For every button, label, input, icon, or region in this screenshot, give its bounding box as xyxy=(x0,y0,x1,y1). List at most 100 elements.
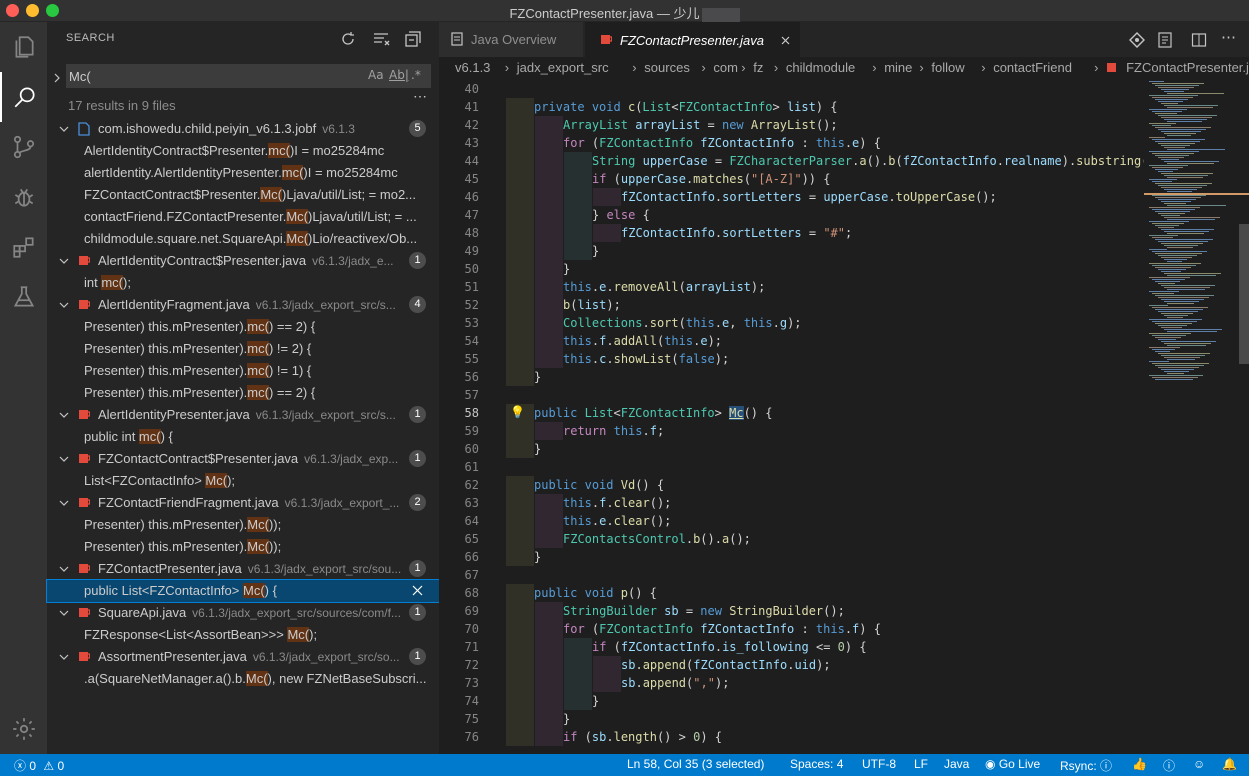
chevron-down-icon[interactable] xyxy=(59,562,69,572)
open-preview-icon[interactable] xyxy=(1157,32,1173,48)
breadcrumb-segment[interactable]: follow xyxy=(931,60,964,75)
result-match-row[interactable]: int mc(); xyxy=(47,272,439,294)
result-file-name: FZContactContract$Presenter.java v6.1.3/j… xyxy=(98,451,398,466)
tab-java-overview[interactable]: Java Overview xyxy=(439,22,584,57)
breadcrumb-segment[interactable]: childmodule xyxy=(786,60,855,75)
result-match-row[interactable]: Presenter) this.mPresenter).Mc()); xyxy=(47,514,439,536)
split-editor-icon[interactable] xyxy=(1191,32,1207,48)
match-case-toggle[interactable]: Aa xyxy=(368,68,384,82)
chevron-down-icon[interactable] xyxy=(59,254,69,264)
line-number: 53 xyxy=(464,316,479,330)
indent-guide xyxy=(535,242,563,260)
close-tab-icon[interactable] xyxy=(781,36,790,45)
breadcrumb-segment[interactable]: v6.1.3 xyxy=(455,60,490,75)
use-regex-toggle[interactable]: .* xyxy=(411,68,421,82)
result-match-row[interactable]: public List<FZContactInfo> Mc() { xyxy=(46,579,440,603)
indent-guide xyxy=(506,440,534,458)
search-icon[interactable] xyxy=(0,72,47,122)
breadcrumb-segment[interactable]: com xyxy=(713,60,738,75)
indent-guide xyxy=(564,152,592,170)
chevron-down-icon[interactable] xyxy=(59,408,69,418)
breadcrumb-segment[interactable]: mine xyxy=(884,60,912,75)
result-file-row[interactable]: FZContactFriendFragment.java v6.1.3/jadx_… xyxy=(47,492,439,514)
indent-guide xyxy=(535,494,563,512)
result-file-row[interactable]: FZContactPresenter.java v6.1.3/jadx_expor… xyxy=(47,558,439,580)
breadcrumb-separator-icon: › xyxy=(632,60,637,75)
result-file-row[interactable]: SquareApi.java v6.1.3/jadx_export_src/sou… xyxy=(47,602,439,624)
chevron-down-icon[interactable] xyxy=(59,452,69,462)
minimap-line xyxy=(1167,135,1191,136)
source-control-icon[interactable] xyxy=(0,122,47,172)
end-of-line[interactable]: LF xyxy=(914,757,928,771)
tab-fzcontactpresenter[interactable]: FZContactPresenter.java xyxy=(585,22,800,57)
lightbulb-icon[interactable]: 💡 xyxy=(510,405,525,419)
notifications-bell-icon[interactable]: 🔔 xyxy=(1222,757,1237,771)
result-file-row[interactable]: AssortmentPresenter.java v6.1.3/jadx_expo… xyxy=(47,646,439,668)
chevron-down-icon[interactable] xyxy=(59,496,69,506)
extensions-icon[interactable] xyxy=(0,222,47,272)
code-line: } xyxy=(534,442,542,456)
indent-guide xyxy=(535,692,563,710)
cursor-position[interactable]: Ln 58, Col 35 (3 selected) xyxy=(627,757,764,771)
result-file-row[interactable]: com.ishowedu.child.peiyin_v6.1.3.jobf v6.… xyxy=(47,118,439,140)
result-match-row[interactable]: alertIdentity.AlertIdentityPresenter.mc(… xyxy=(47,162,439,184)
chevron-down-icon[interactable] xyxy=(59,298,69,308)
settings-gear-icon[interactable] xyxy=(0,704,47,754)
chevron-down-icon[interactable] xyxy=(59,122,69,132)
minimap-slider[interactable] xyxy=(1239,224,1249,364)
result-match-row[interactable]: List<FZContactInfo> Mc(); xyxy=(47,470,439,492)
result-match-row[interactable]: FZContactContract$Presenter.Mc()Ljava/ut… xyxy=(47,184,439,206)
chevron-down-icon[interactable] xyxy=(59,606,69,616)
result-match-row[interactable]: .a(SquareNetManager.a().b.Mc(), new FZNe… xyxy=(47,668,439,690)
dismiss-result-icon[interactable] xyxy=(412,584,423,596)
code-line: this.f.clear(); xyxy=(563,496,672,510)
result-file-row[interactable]: AlertIdentityContract$Presenter.java v6.1… xyxy=(47,250,439,272)
explorer-icon[interactable] xyxy=(0,22,47,72)
clear-results-icon[interactable] xyxy=(372,30,392,48)
info-circle-icon[interactable]: ⓘ xyxy=(1163,757,1175,774)
result-match-row[interactable]: Presenter) this.mPresenter).mc() != 2) { xyxy=(47,338,439,360)
result-file-row[interactable]: AlertIdentityFragment.java v6.1.3/jadx_ex… xyxy=(47,294,439,316)
chevron-down-icon[interactable] xyxy=(59,650,69,660)
minimap[interactable] xyxy=(1144,79,1249,754)
result-match-row[interactable]: AlertIdentityContract$Presenter.mc()I = … xyxy=(47,140,439,162)
breadcrumb-segment[interactable]: contactFriend xyxy=(993,60,1072,75)
breadcrumb-segment[interactable]: jadx_export_src xyxy=(517,60,609,75)
result-match-row[interactable]: childmodule.square.net.SquareApi.Mc()Lio… xyxy=(47,228,439,250)
code-line: String upperCase = FZCharacterParser.a()… xyxy=(592,154,1144,168)
result-file-row[interactable]: FZContactContract$Presenter.java v6.1.3/j… xyxy=(47,448,439,470)
result-match-row[interactable]: FZResponse<List<AssortBean>>> Mc(); xyxy=(47,624,439,646)
result-match-row[interactable]: Presenter) this.mPresenter).mc() == 2) { xyxy=(47,316,439,338)
feedback-smiley-icon[interactable]: ☺ xyxy=(1193,757,1205,771)
language-mode[interactable]: Java xyxy=(944,757,969,771)
indentation[interactable]: Spaces: 4 xyxy=(790,757,843,771)
git-compare-icon[interactable] xyxy=(1129,32,1145,48)
code-editor[interactable]: 40 41 private void c(List<FZContactInfo> l… xyxy=(439,79,1144,754)
breadcrumb-segment[interactable]: sources xyxy=(644,60,690,75)
more-options-icon[interactable]: ⋯ xyxy=(413,88,427,105)
result-match-row[interactable]: Presenter) this.mPresenter).mc() == 2) { xyxy=(47,382,439,404)
rsync-status[interactable]: Rsync: ⓘ xyxy=(1060,757,1112,774)
search-input[interactable] xyxy=(69,64,359,88)
more-actions-icon[interactable]: ⋯ xyxy=(1221,28,1236,46)
breadcrumb-segment[interactable]: FZContactPresenter.java xyxy=(1126,60,1249,75)
encoding[interactable]: UTF-8 xyxy=(862,757,896,771)
result-match-row[interactable]: public int mc() { xyxy=(47,426,439,448)
go-live-button[interactable]: ◉ Go Live xyxy=(985,757,1040,771)
indent-guide xyxy=(535,296,563,314)
minimap-line xyxy=(1167,303,1194,304)
result-file-row[interactable]: AlertIdentityPresenter.java v6.1.3/jadx_e… xyxy=(47,404,439,426)
thumbs-up-icon[interactable]: 👍 xyxy=(1132,757,1147,771)
match-text: int mc(); xyxy=(84,275,434,290)
collapse-all-icon[interactable] xyxy=(404,30,424,48)
result-match-row[interactable]: contactFriend.FZContactPresenter.Mc()Lja… xyxy=(47,206,439,228)
result-match-row[interactable]: Presenter) this.mPresenter).mc() != 1) { xyxy=(47,360,439,382)
toggle-replace-chevron-icon[interactable] xyxy=(52,70,62,83)
result-match-row[interactable]: Presenter) this.mPresenter).Mc()); xyxy=(47,536,439,558)
refresh-icon[interactable] xyxy=(339,30,359,48)
debug-icon[interactable] xyxy=(0,172,47,222)
test-flask-icon[interactable] xyxy=(0,272,47,322)
breadcrumb-segment[interactable]: fz xyxy=(753,60,763,75)
problems-indicator[interactable]: ⓧ 0 ⚠ 0 xyxy=(14,757,64,774)
match-whole-word-toggle[interactable]: Ab| xyxy=(389,68,409,82)
